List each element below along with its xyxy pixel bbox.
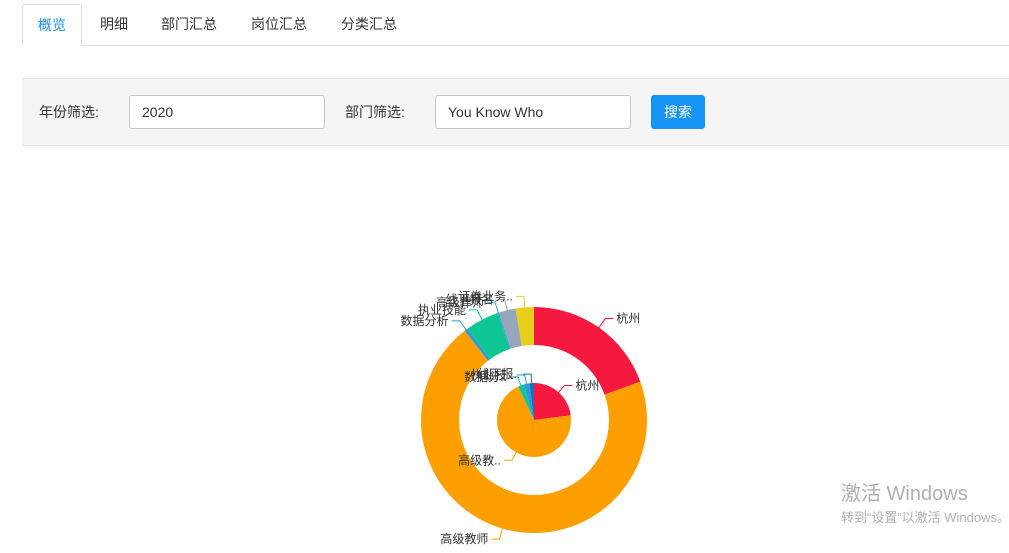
year-filter-label: 年份筛选:	[39, 104, 99, 120]
tab-department-summary[interactable]: 部门汇总	[154, 4, 224, 46]
inner-slice-label: 高级教..	[458, 452, 501, 467]
outer-label-line-杭州	[597, 318, 614, 330]
nested-pie-chart: 杭州 高级教师 数据分析 执业技能 高级律师 线下报名 证券业务.. 杭州 高级教.. 数据分..…	[0, 150, 1009, 553]
filter-bar: 年份筛选: 部门筛选: 搜索	[22, 78, 1009, 146]
inner-slice-label: 杭州	[575, 377, 599, 392]
tab-position-summary[interactable]: 岗位汇总	[244, 4, 314, 46]
tab-category-summary[interactable]: 分类汇总	[334, 4, 404, 46]
outer-label-line-证券业务	[515, 295, 526, 310]
year-filter-input[interactable]	[129, 95, 325, 129]
outer-label-line-执业技能	[469, 309, 484, 322]
outer-label-line-高级教师	[491, 526, 504, 540]
tab-bar: 概览 明细 部门汇总 岗位汇总 分类汇总	[22, 4, 1009, 46]
tab-detail[interactable]: 明细	[94, 4, 134, 46]
outer-slice-label: 高级教师	[440, 531, 488, 546]
search-button[interactable]: 搜索	[651, 95, 705, 129]
outer-slice-label: 杭州	[616, 311, 640, 326]
inner-slice-杭州[interactable]	[534, 383, 571, 420]
department-filter-input[interactable]	[435, 95, 631, 129]
outer-slice-label: 证券业务..	[458, 288, 513, 303]
inner-label-line-高级教	[503, 450, 518, 461]
inner-slice-label: 线下报..	[477, 366, 520, 381]
outer-label-line-数据分析	[451, 320, 468, 332]
inner-label-line-杭州	[556, 384, 573, 395]
tab-overview[interactable]: 概览	[22, 4, 82, 46]
pie-chart-svg: 杭州高级教师数据分析执业技能高级律师线下报名证券业务..杭州高级教..数据分..…	[401, 288, 647, 546]
department-filter-label: 部门筛选:	[345, 104, 405, 120]
